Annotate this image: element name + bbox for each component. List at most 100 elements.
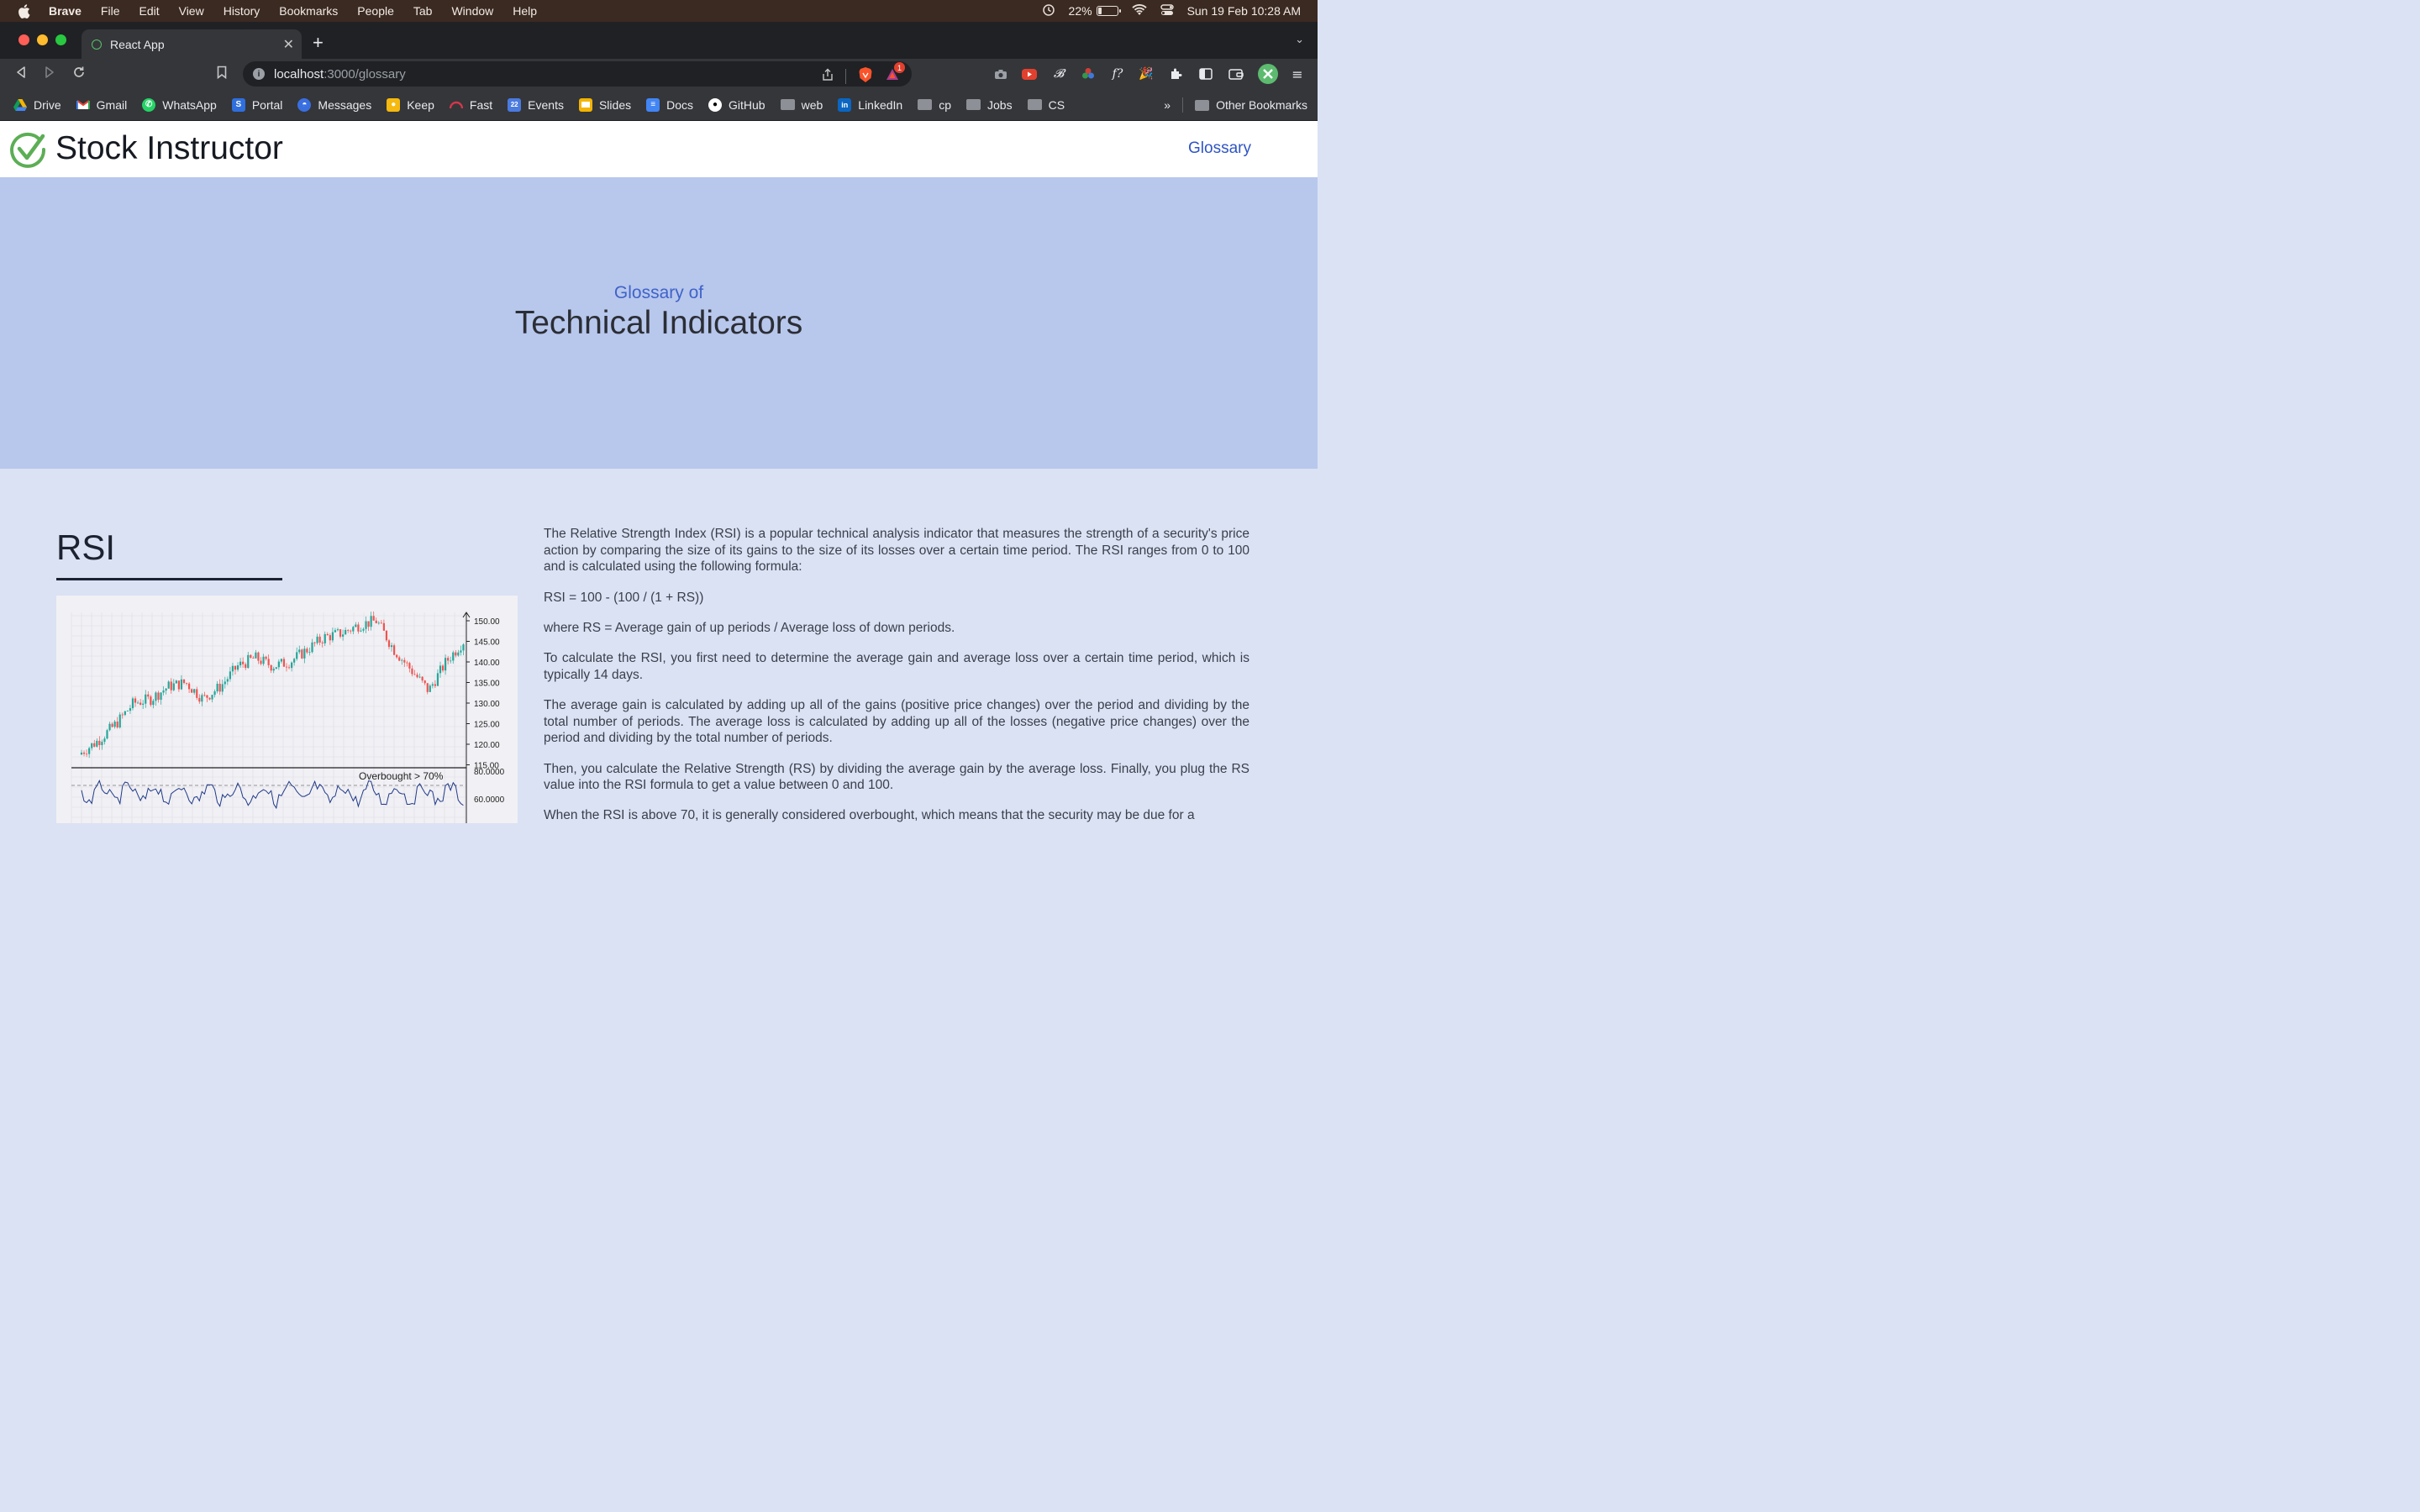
bookmark-keep[interactable]: ● Keep xyxy=(387,97,434,112)
tab-react-app[interactable]: React App ✕ xyxy=(82,29,302,59)
candle-body xyxy=(198,697,201,702)
paragraph: When the RSI is above 70, it is generall… xyxy=(544,808,1195,823)
candle-body xyxy=(277,661,280,668)
candle-body xyxy=(124,711,126,716)
tab-search-chevron-icon[interactable]: ⌄ xyxy=(1295,34,1304,46)
bookmark-folder-jobs[interactable]: Jobs xyxy=(966,98,1013,112)
candle-body xyxy=(118,714,121,728)
bookmark-label: Drive xyxy=(34,97,61,112)
formula-extension-icon[interactable]: f? xyxy=(1109,66,1126,82)
menu-people[interactable]: People xyxy=(357,4,394,18)
price-tick-label: 145.00 xyxy=(474,638,500,648)
candle-body xyxy=(439,665,442,674)
bookmark-folder-cp[interactable]: cp xyxy=(918,98,951,112)
bookmark-whatsapp[interactable]: ✆ WhatsApp xyxy=(142,97,217,112)
bookmark-label: GitHub xyxy=(729,97,765,112)
menu-window[interactable]: Window xyxy=(451,4,493,18)
omnibox-divider xyxy=(845,69,846,84)
candle-body xyxy=(365,621,367,629)
clock[interactable]: Sun 19 Feb 10:28 AM xyxy=(1187,4,1301,18)
party-extension-icon[interactable]: 🎉 xyxy=(1138,66,1155,82)
camera-extension-icon[interactable] xyxy=(992,66,1009,82)
menu-edit[interactable]: Edit xyxy=(139,4,159,18)
price-tick-label: 150.00 xyxy=(474,617,500,627)
candle-body xyxy=(447,658,450,661)
paragraph: Then, you calculate the Relative Strengt… xyxy=(544,761,1249,793)
menu-view[interactable]: View xyxy=(179,4,204,18)
bookmark-label: Slides xyxy=(598,97,632,112)
menu-bookmarks[interactable]: Bookmarks xyxy=(279,4,338,18)
bookmarks-overflow-chevron[interactable]: » xyxy=(1164,98,1171,112)
check-logo-icon[interactable] xyxy=(9,131,46,168)
candle-body xyxy=(352,627,355,632)
bookmark-fast[interactable]: Fast xyxy=(449,98,492,112)
candle-body xyxy=(324,633,326,643)
candle-body xyxy=(436,673,439,686)
brave-rewards-icon[interactable]: 1 xyxy=(885,62,905,86)
bookmark-gmail[interactable]: Gmail xyxy=(76,97,128,112)
control-center-icon[interactable] xyxy=(1160,3,1174,18)
menu-file[interactable]: File xyxy=(101,4,120,18)
wifi-icon[interactable] xyxy=(1131,3,1147,18)
bookmark-folder-web[interactable]: web xyxy=(780,98,823,112)
candle-body xyxy=(255,652,257,659)
candle-body xyxy=(160,692,162,701)
sidebar-icon[interactable] xyxy=(1197,66,1214,82)
bookmark-github[interactable]: ● GitHub xyxy=(708,97,765,112)
brave-shields-icon[interactable] xyxy=(858,66,873,87)
time-machine-icon[interactable] xyxy=(1042,3,1055,19)
candle-body xyxy=(401,659,403,661)
other-bookmarks[interactable]: Other Bookmarks xyxy=(1195,98,1307,112)
menu-hamburger-icon[interactable]: ≡ xyxy=(1289,66,1306,82)
share-icon[interactable] xyxy=(822,68,834,85)
bookmark-slides[interactable]: Slides xyxy=(578,97,632,112)
menu-brave[interactable]: Brave xyxy=(49,4,82,18)
bookmark-label: Gmail xyxy=(96,97,128,112)
paragraph: The average gain is calculated by adding… xyxy=(544,697,1249,746)
candle-body xyxy=(103,738,106,743)
bookmark-messages[interactable]: ◓ Messages xyxy=(297,97,371,112)
reload-button[interactable] xyxy=(72,66,86,82)
profile-avatar[interactable] xyxy=(1258,64,1278,84)
color-picker-extension-icon[interactable] xyxy=(1080,66,1097,82)
bookmark-page-icon[interactable] xyxy=(217,66,227,82)
bookmark-label: Docs xyxy=(666,97,694,112)
apple-icon[interactable] xyxy=(17,3,30,18)
bookmark-linkedin[interactable]: in LinkedIn xyxy=(838,97,902,112)
minimize-window-button[interactable] xyxy=(37,34,48,45)
candle-body xyxy=(106,730,108,739)
extensions-puzzle-icon[interactable] xyxy=(1168,66,1185,82)
bookmark-docs[interactable]: ≡ Docs xyxy=(646,97,694,112)
menu-tab[interactable]: Tab xyxy=(413,4,433,18)
candle-body xyxy=(113,722,116,727)
bookmark-drive[interactable]: Drive xyxy=(13,98,61,112)
candle-body xyxy=(142,703,145,705)
bold-b-extension-icon[interactable]: 𝓑 xyxy=(1050,66,1067,82)
bookmark-portal[interactable]: S Portal xyxy=(231,97,282,112)
bookmark-folder-cs[interactable]: CS xyxy=(1027,98,1065,112)
candle-body xyxy=(382,622,385,631)
zoom-window-button[interactable] xyxy=(55,34,66,45)
bookmark-events[interactable]: 22 Events xyxy=(508,97,564,112)
candle-body xyxy=(188,683,191,690)
nav-link-glossary[interactable]: Glossary xyxy=(1188,139,1251,158)
candle-body xyxy=(162,690,165,693)
close-window-button[interactable] xyxy=(18,34,29,45)
candle-body xyxy=(434,684,436,686)
address-bar[interactable]: i localhost:3000/glossary 1 xyxy=(243,61,912,87)
youtube-extension-icon[interactable] xyxy=(1021,66,1038,82)
back-button[interactable] xyxy=(15,66,27,82)
menu-help[interactable]: Help xyxy=(513,4,537,18)
site-brand[interactable]: Stock Instructor xyxy=(55,130,283,167)
wallet-icon[interactable] xyxy=(1228,66,1244,82)
candle-body xyxy=(429,685,431,692)
menu-history[interactable]: History xyxy=(224,4,260,18)
candle-body xyxy=(172,683,175,690)
close-tab-icon[interactable]: ✕ xyxy=(283,36,294,53)
new-tab-button[interactable]: + xyxy=(313,32,324,54)
forward-button[interactable] xyxy=(44,66,55,82)
rsi-chart-svg: 150.00 145.00 140.00 135.00 130.00 125.00 120.… xyxy=(71,611,505,823)
candle-body xyxy=(334,630,337,633)
battery-indicator[interactable]: 22% xyxy=(1069,4,1121,18)
site-info-icon[interactable]: i xyxy=(253,68,265,80)
